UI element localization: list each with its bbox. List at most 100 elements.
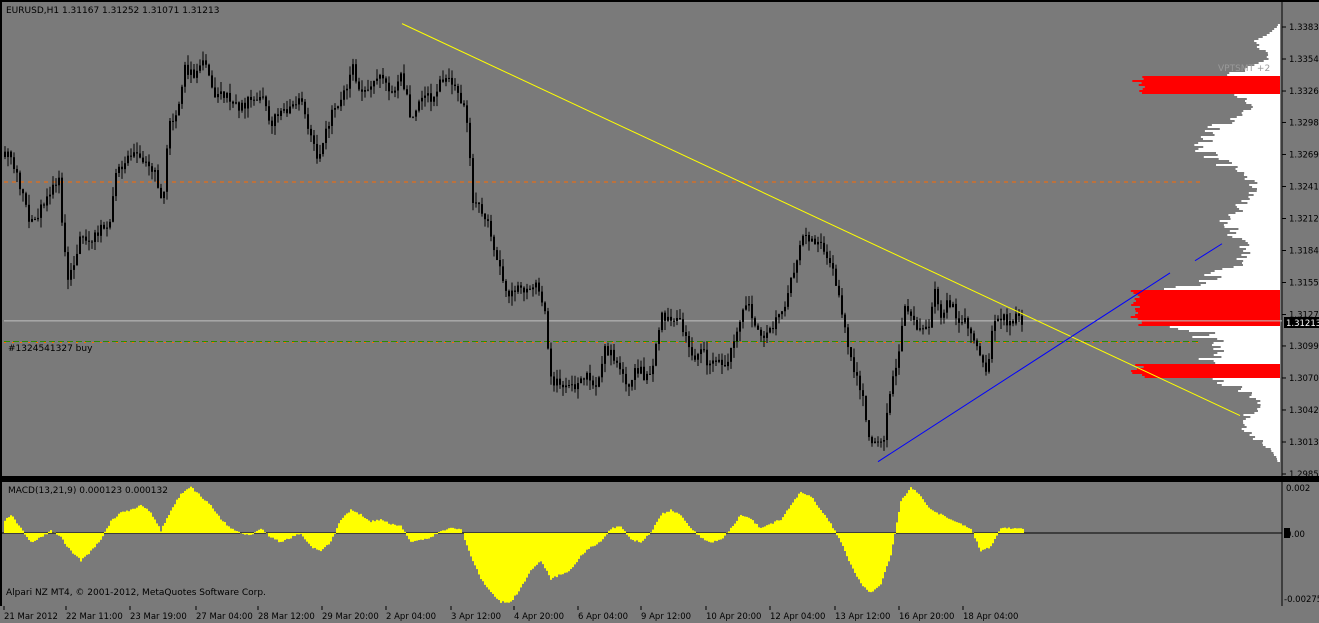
volume-profile-bar — [1235, 168, 1280, 170]
candle-body — [583, 378, 585, 380]
macd-bar — [960, 523, 962, 533]
macd-bar — [798, 493, 800, 533]
candle-body — [76, 253, 78, 266]
candle-body — [775, 317, 777, 330]
macd-bar — [444, 530, 446, 533]
macd-bar — [954, 521, 956, 533]
macd-bar — [812, 498, 814, 533]
macd-bar — [464, 533, 466, 541]
macd-bar — [804, 494, 806, 533]
macd-bar — [634, 533, 636, 542]
candle-body — [424, 95, 426, 98]
macd-bar — [964, 525, 966, 533]
volume-profile-bar — [1200, 136, 1280, 138]
macd-bar — [516, 533, 518, 595]
volume-profile-bar — [1265, 446, 1280, 448]
candle-body — [403, 73, 405, 90]
candle-body — [136, 152, 138, 154]
volume-profile-bar — [1203, 156, 1280, 158]
price-tick-label: 1.29850 — [1289, 470, 1319, 480]
candle-body — [841, 295, 843, 315]
macd-bar — [276, 533, 278, 540]
macd-bar — [552, 533, 554, 578]
candle-body — [235, 102, 237, 104]
time-tick-label: 6 Apr 04:00 — [578, 612, 628, 622]
macd-bar — [338, 523, 340, 533]
macd-bar — [744, 516, 746, 533]
candle-body — [961, 322, 963, 324]
candle-body — [652, 365, 654, 375]
macd-bar — [290, 533, 292, 539]
macd-bar — [920, 496, 922, 533]
candle-body — [199, 65, 201, 71]
candle-body — [454, 84, 456, 87]
candle-body — [85, 236, 87, 241]
macd-bar — [48, 531, 50, 533]
volume-profile-bar — [1249, 434, 1280, 436]
price-chart[interactable]: 1.33830 1.33545 1.33260 1.32980 1.32695 1.324… — [0, 0, 1319, 623]
macd-bar — [586, 533, 588, 550]
candle-body — [673, 320, 675, 322]
candle-body — [934, 288, 936, 307]
volume-profile-bar — [1142, 88, 1280, 90]
candle-body — [394, 90, 396, 93]
macd-bar — [134, 508, 136, 533]
candle-body — [340, 99, 342, 107]
macd-bar — [774, 521, 776, 533]
candle-body — [154, 170, 156, 172]
macd-bar — [480, 533, 482, 580]
macd-bar — [460, 529, 462, 533]
volume-profile-bar — [1276, 456, 1280, 458]
macd-bar — [230, 528, 232, 533]
candle-body — [493, 236, 495, 251]
candle-body — [940, 304, 942, 318]
volume-profile-bar — [1135, 308, 1280, 310]
macd-bar — [694, 531, 696, 533]
volume-profile-bar — [1253, 194, 1280, 196]
candle-body — [628, 384, 630, 387]
candle-body — [925, 326, 927, 330]
macd-bar — [966, 527, 968, 533]
volume-profile-bar — [1241, 112, 1280, 114]
macd-bar — [900, 501, 902, 533]
candle-body — [505, 280, 507, 291]
candle-body — [43, 204, 45, 206]
volume-profile-bar — [1232, 236, 1280, 238]
macd-bar — [824, 514, 826, 533]
candle-body — [508, 290, 510, 297]
candle-body — [223, 91, 225, 98]
macd-bar — [970, 528, 972, 533]
macd-bar — [906, 493, 908, 533]
macd-bar — [32, 533, 34, 543]
candle-body — [295, 104, 297, 106]
macd-bar — [262, 529, 264, 533]
candle-body — [829, 258, 831, 264]
macd-bar — [88, 533, 90, 555]
macd-bar — [200, 496, 202, 533]
volume-profile-bar — [1130, 316, 1280, 318]
volume-profile-bar — [1263, 60, 1280, 62]
macd-bar — [884, 533, 886, 573]
macd-bar — [148, 511, 150, 533]
macd-bar — [244, 533, 246, 535]
volume-profile-bar — [1269, 32, 1280, 34]
candle-body — [379, 74, 381, 79]
macd-bar — [632, 533, 634, 540]
candle-body — [148, 161, 150, 167]
macd-bar — [118, 513, 120, 533]
macd-bar — [440, 531, 442, 533]
candle-body — [34, 218, 36, 220]
macd-bar — [488, 533, 490, 590]
macd-bar — [740, 514, 742, 533]
macd-bar — [670, 509, 672, 533]
macd-bar — [508, 533, 510, 603]
volume-profile-bar — [1254, 180, 1280, 182]
macd-bar — [562, 533, 564, 575]
macd-bar — [268, 533, 270, 537]
volume-profile-bar — [1221, 356, 1280, 358]
volume-profile-bar — [1244, 172, 1280, 174]
macd-bar — [942, 514, 944, 533]
current-price-label: 1.31213 — [1286, 319, 1319, 329]
volume-profile-bar — [1141, 82, 1280, 84]
macd-bar — [666, 511, 668, 533]
